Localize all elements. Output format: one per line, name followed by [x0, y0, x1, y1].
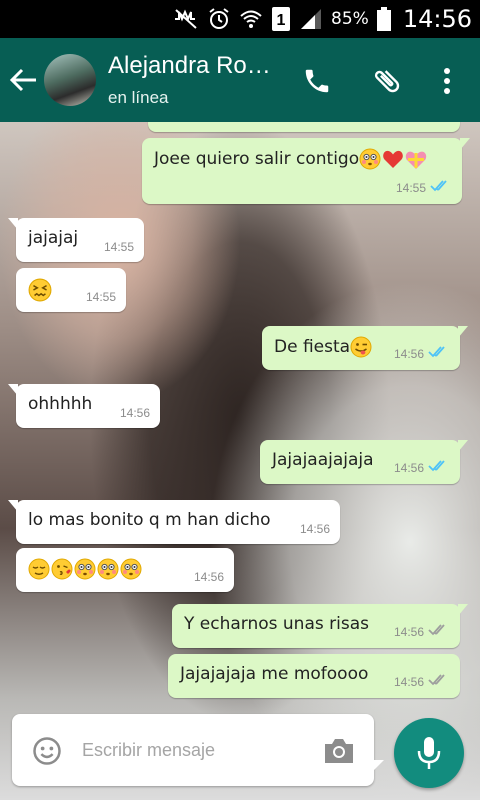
read-ticks-icon: [428, 345, 450, 362]
message-bubble-incoming[interactable]: ohhhhh 14:56: [8, 384, 160, 428]
status-bar: 1 85% 14:56: [0, 0, 480, 38]
microphone-icon: [417, 737, 441, 769]
message-text: Joee quiero salir contigo: [154, 149, 360, 169]
svg-text:1: 1: [277, 12, 286, 29]
clock: 14:56: [402, 5, 472, 33]
signal-icon: [299, 7, 323, 31]
relieved-emoji-icon: [28, 558, 50, 580]
message-bubble-incoming[interactable]: lo mas bonito q m han dicho 14:56: [8, 500, 340, 544]
delivered-ticks-icon: [428, 673, 450, 690]
flushed-emoji-icon: [120, 558, 142, 580]
message-bubble-incoming[interactable]: 14:55: [16, 268, 126, 312]
message-text: ohhhhh: [28, 394, 93, 414]
message-text: De fiesta: [274, 337, 351, 357]
message-time: 14:55: [395, 180, 426, 195]
sim-icon: 1: [271, 6, 291, 32]
message-time: 14:56: [393, 460, 424, 475]
message-bubble-partial: [148, 122, 460, 132]
message-bubble-outgoing[interactable]: Jajajaajajaja 14:56: [260, 440, 468, 484]
confounded-emoji-icon: [28, 278, 52, 302]
call-button[interactable]: [300, 64, 334, 98]
smiley-icon: [33, 737, 61, 765]
message-time: 14:56: [193, 570, 224, 584]
flushed-emoji-icon: [359, 148, 381, 170]
message-time: 14:55: [103, 240, 134, 254]
message-text: Jajajajaja me mofoooo: [180, 664, 369, 684]
message-text: lo mas bonito q m han dicho: [28, 510, 271, 530]
paperclip-icon: [374, 70, 400, 93]
kiss-wink-emoji-icon: [51, 558, 73, 580]
message-text: Jajajaajajaja: [272, 450, 374, 470]
message-time: 14:56: [119, 406, 150, 420]
read-ticks-icon: [430, 179, 452, 196]
message-bubble-outgoing[interactable]: Joee quiero salir contigo 14:55: [142, 138, 470, 204]
attach-button[interactable]: [370, 64, 404, 98]
battery-percent: 85%: [331, 9, 369, 29]
message-bubble-outgoing[interactable]: De fiesta 14:56: [262, 326, 468, 370]
alarm-icon: [207, 7, 231, 31]
message-time: 14:56: [393, 674, 424, 689]
message-time: 14:56: [299, 522, 330, 536]
flushed-emoji-icon: [74, 558, 96, 580]
chat-area[interactable]: Joee quiero salir contigo 14:55 jajajaj …: [0, 122, 480, 800]
heart-emoji-icon: [382, 148, 404, 170]
contact-status: en línea: [108, 88, 169, 107]
message-bubble-outgoing[interactable]: Jajajajaja me mofoooo 14:56: [168, 654, 460, 698]
back-arrow-icon[interactable]: [8, 64, 40, 96]
camera-button[interactable]: [322, 736, 356, 766]
message-bubble-incoming[interactable]: 14:56: [16, 548, 234, 592]
flushed-emoji-icon: [97, 558, 119, 580]
emoji-button[interactable]: [32, 736, 62, 766]
message-text: jajajaj: [28, 228, 79, 248]
message-bubble-outgoing[interactable]: Y echarnos unas risas 14:56: [172, 604, 468, 648]
message-time: 14:55: [85, 290, 116, 304]
contact-name[interactable]: Alejandra Ro…: [108, 52, 271, 80]
message-text: Y echarnos unas risas: [184, 614, 369, 634]
tongue-wink-emoji-icon: [350, 336, 372, 358]
mute-icon: [173, 8, 199, 30]
message-bubble-incoming[interactable]: jajajaj 14:55: [8, 218, 144, 262]
camera-icon: [325, 739, 353, 763]
chat-header: Alejandra Ro… en línea: [0, 38, 480, 122]
message-composer: [12, 714, 384, 786]
phone-icon: [305, 69, 329, 93]
message-time: 14:56: [393, 624, 424, 639]
message-input[interactable]: [82, 734, 302, 766]
message-time: 14:56: [393, 346, 424, 361]
battery-icon: [376, 7, 391, 31]
read-ticks-icon: [428, 459, 450, 476]
gift-heart-emoji-icon: [405, 148, 427, 170]
voice-record-button[interactable]: [394, 718, 464, 788]
wifi-icon: [239, 7, 263, 31]
overflow-menu-button[interactable]: [430, 64, 464, 98]
delivered-ticks-icon: [428, 623, 450, 640]
contact-avatar[interactable]: [44, 54, 96, 106]
more-vert-icon: [444, 68, 450, 94]
